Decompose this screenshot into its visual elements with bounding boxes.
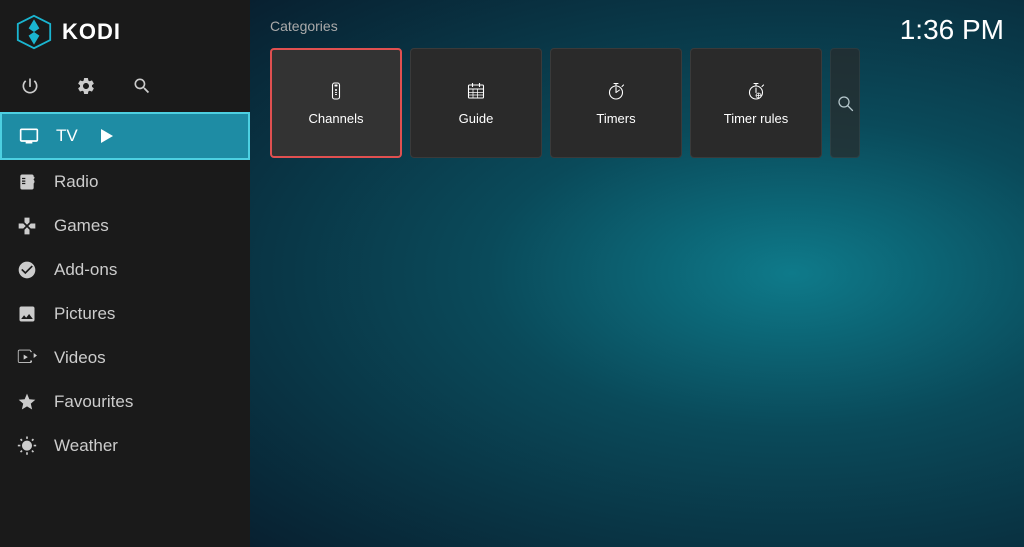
sidebar-item-addons[interactable]: Add-ons: [0, 248, 250, 292]
tv-icon: [18, 125, 40, 147]
sidebar-item-favourites[interactable]: Favourites: [0, 380, 250, 424]
sidebar: KODI TV: [0, 0, 250, 547]
power-button[interactable]: [16, 72, 44, 100]
cursor-indicator: [101, 129, 113, 143]
sidebar-item-games-label: Games: [54, 216, 109, 236]
timer-rules-icon: [746, 81, 766, 101]
sidebar-item-favourites-label: Favourites: [54, 392, 133, 412]
search-button[interactable]: [128, 72, 156, 100]
category-card-channels[interactable]: Channels: [270, 48, 402, 158]
timers-icon: [606, 81, 626, 101]
sidebar-item-videos[interactable]: Videos: [0, 336, 250, 380]
settings-button[interactable]: [72, 72, 100, 100]
categories-grid: Channels Guide: [270, 48, 1004, 158]
sidebar-header: KODI: [0, 0, 250, 64]
sidebar-item-pictures-label: Pictures: [54, 304, 115, 324]
category-card-guide[interactable]: Guide: [410, 48, 542, 158]
addons-icon: [16, 259, 38, 281]
kodi-logo-icon: [16, 14, 52, 50]
category-card-timer-rules[interactable]: Timer rules: [690, 48, 822, 158]
sidebar-item-weather[interactable]: Weather: [0, 424, 250, 468]
pictures-icon: [16, 303, 38, 325]
videos-icon: [16, 347, 38, 369]
sidebar-item-radio[interactable]: Radio: [0, 160, 250, 204]
channels-icon: [326, 81, 346, 101]
sidebar-item-tv-label: TV: [56, 126, 78, 146]
sidebar-item-radio-label: Radio: [54, 172, 98, 192]
categories-label: Categories: [270, 18, 1004, 34]
sidebar-item-videos-label: Videos: [54, 348, 106, 368]
partial-search-icon: [835, 93, 855, 113]
sidebar-item-weather-label: Weather: [54, 436, 118, 456]
timers-label: Timers: [596, 111, 635, 126]
gamepad-icon: [16, 215, 38, 237]
app-title: KODI: [62, 19, 121, 45]
sidebar-item-games[interactable]: Games: [0, 204, 250, 248]
radio-icon: [16, 171, 38, 193]
channels-label: Channels: [309, 111, 364, 126]
sidebar-item-tv[interactable]: TV: [0, 112, 250, 160]
sidebar-nav: TV Radio Games: [0, 112, 250, 547]
guide-label: Guide: [459, 111, 494, 126]
category-card-search-partial[interactable]: [830, 48, 860, 158]
category-card-timers[interactable]: Timers: [550, 48, 682, 158]
main-content: 1:36 PM Categories Channels: [250, 0, 1024, 547]
star-icon: [16, 391, 38, 413]
weather-icon: [16, 435, 38, 457]
sidebar-top-icons: [0, 64, 250, 112]
sidebar-item-pictures[interactable]: Pictures: [0, 292, 250, 336]
timer-rules-label: Timer rules: [724, 111, 789, 126]
sidebar-item-addons-label: Add-ons: [54, 260, 117, 280]
guide-icon: [466, 81, 486, 101]
